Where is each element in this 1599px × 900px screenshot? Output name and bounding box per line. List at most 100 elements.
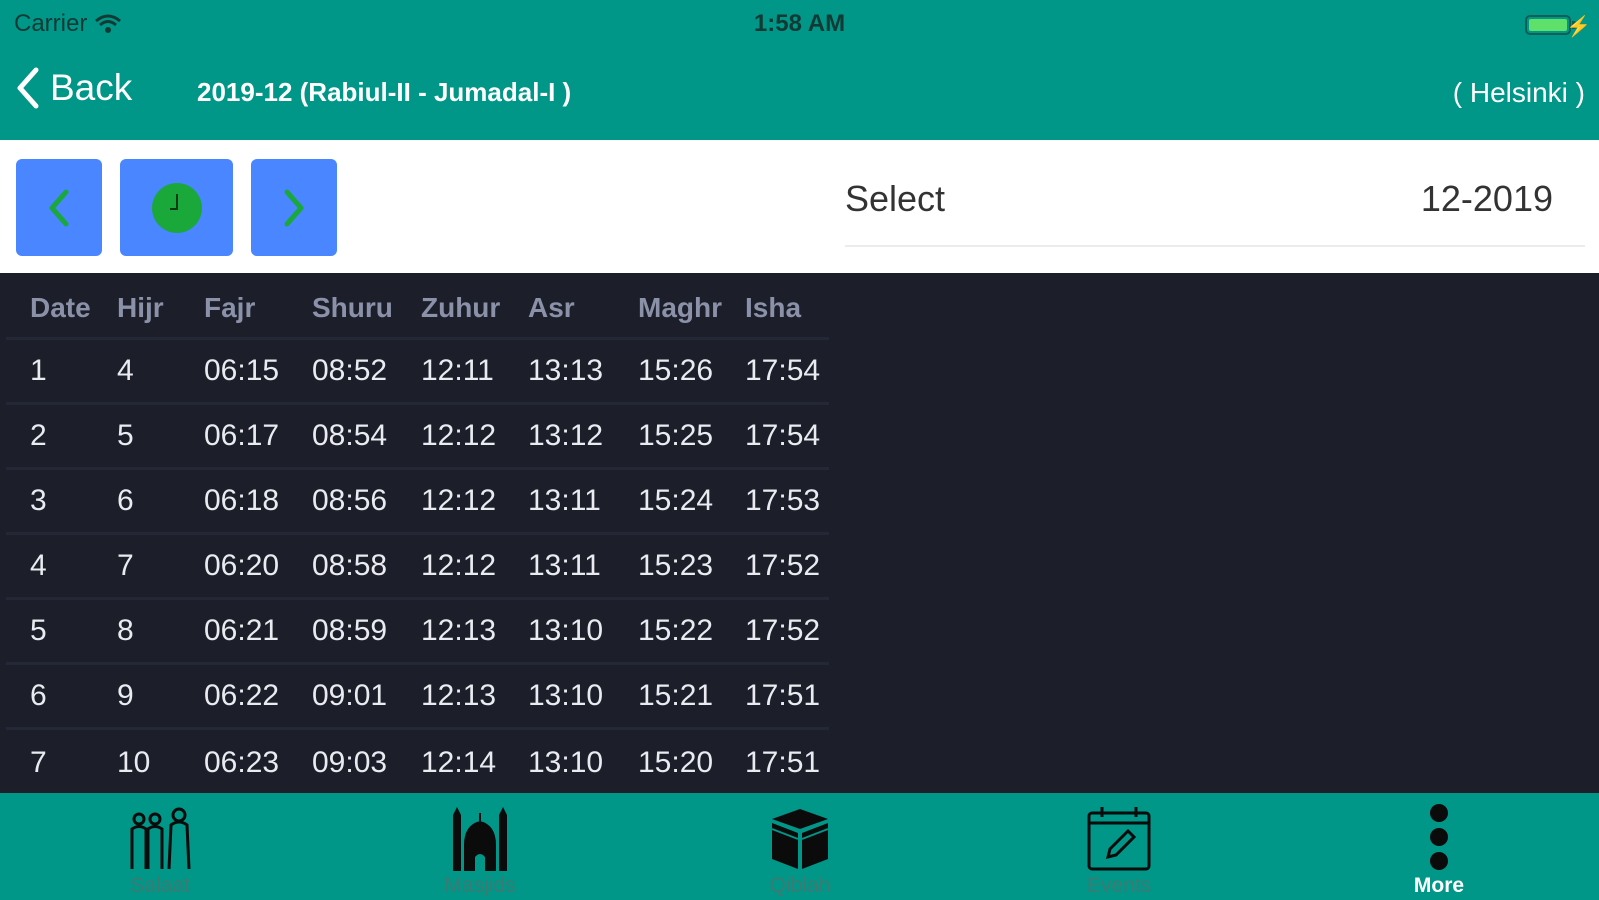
table-cell: 12:12 — [421, 419, 497, 452]
table-cell: 17:53 — [745, 484, 821, 517]
table-cell: 12:13 — [421, 679, 497, 712]
column-header-isha: Isha — [745, 291, 802, 323]
table-cell: 08:58 — [312, 549, 388, 582]
month-toolbar: Select 12-2019 — [0, 140, 1599, 273]
tab-bar: Salaat Masjids Qiblah Events More — [0, 793, 1599, 900]
table-cell: 6 — [30, 679, 47, 712]
select-label: Select — [845, 178, 946, 219]
tab-label: Events — [1086, 874, 1152, 897]
table-cell: 06:21 — [204, 614, 280, 647]
table-cell: 17:52 — [745, 614, 821, 647]
table-cell: 08:59 — [312, 614, 388, 647]
table-cell: 13:13 — [528, 354, 604, 387]
tab-label: Salaat — [130, 874, 190, 897]
table-cell: 06:23 — [204, 745, 280, 779]
divider — [845, 245, 1585, 247]
calendar-edit-icon — [1087, 807, 1151, 871]
table-row: 6 9 06:22 09:01 12:13 13:10 15:21 17:51 — [6, 665, 829, 730]
table-cell: 10 — [117, 745, 151, 779]
mosque-icon — [453, 807, 507, 871]
table-cell: 08:54 — [312, 419, 388, 452]
status-time: 1:58 AM — [753, 10, 846, 37]
table-cell: 5 — [30, 614, 47, 647]
table-cell: 12:12 — [421, 484, 497, 517]
chevron-left-icon — [49, 189, 69, 226]
table-cell: 17:54 — [745, 354, 821, 387]
column-header-maghrib: Maghr — [638, 291, 722, 323]
table-cell: 17:54 — [745, 419, 821, 452]
battery-icon — [1525, 15, 1571, 35]
table-row: 3 6 06:18 08:56 12:12 13:11 15:24 17:53 — [6, 470, 829, 535]
table-cell: 06:22 — [204, 679, 280, 712]
table-row: 5 8 06:21 08:59 12:13 13:10 15:22 17:52 — [6, 600, 829, 665]
table-cell: 12:11 — [421, 354, 494, 387]
table-cell: 15:22 — [638, 614, 714, 647]
tab-more[interactable]: More — [1339, 793, 1539, 900]
table-cell: 17:52 — [745, 549, 821, 582]
table-cell: 13:10 — [528, 745, 604, 779]
table-row: 1 4 06:15 08:52 12:11 13:13 15:26 17:54 — [6, 340, 829, 405]
table-cell: 13:12 — [528, 419, 604, 452]
table-cell: 3 — [30, 484, 47, 517]
table-cell: 15:21 — [638, 679, 714, 712]
chevron-left-icon — [17, 67, 39, 109]
column-header-date: Date — [30, 291, 91, 323]
table-cell: 15:25 — [638, 419, 714, 452]
tab-masjids[interactable]: Masjids — [380, 793, 580, 900]
table-cell: 06:18 — [204, 484, 280, 517]
city-label[interactable]: ( Helsinki ) — [1453, 77, 1585, 109]
table-cell: 09:01 — [312, 679, 388, 712]
table-cell: 15:23 — [638, 549, 714, 582]
table-cell: 12:14 — [421, 745, 497, 779]
column-header-shuruq: Shuru — [312, 291, 393, 323]
column-header-hijri: Hijr — [117, 291, 164, 323]
table-cell: 06:20 — [204, 549, 280, 582]
tab-label: Masjids — [444, 874, 516, 897]
tab-label: More — [1413, 874, 1465, 897]
table-row: 7 10 06:23 09:03 12:14 13:10 15:20 17:51 — [6, 730, 829, 795]
table-header-row: Date Hijr Fajr Shuru Zuhur Asr Maghr Ish… — [6, 278, 829, 340]
current-month-button[interactable] — [120, 159, 233, 256]
table-cell: 08:52 — [312, 354, 388, 387]
table-cell: 2 — [30, 419, 47, 452]
month-select-field[interactable]: 12-2019 — [1421, 178, 1553, 220]
table-cell: 09:03 — [312, 745, 388, 779]
clock-icon — [151, 182, 202, 233]
table-cell: 7 — [117, 549, 134, 582]
column-header-zuhur: Zuhur — [421, 291, 501, 323]
table-cell: 17:51 — [745, 745, 821, 779]
charging-icon: ⚡ — [1566, 16, 1591, 38]
table-cell: 08:56 — [312, 484, 388, 517]
column-header-fajr: Fajr — [204, 291, 256, 323]
tab-events[interactable]: Events — [1019, 793, 1219, 900]
table-cell: 06:15 — [204, 354, 280, 387]
table-row: 4 7 06:20 08:58 12:12 13:11 15:23 17:52 — [6, 535, 829, 600]
people-praying-icon — [130, 807, 191, 870]
table-cell: 15:20 — [638, 745, 714, 779]
table-cell: 13:11 — [528, 484, 601, 517]
more-dots-icon — [1430, 804, 1448, 870]
table-cell: 8 — [117, 614, 134, 647]
table-cell: 1 — [30, 354, 47, 387]
next-month-button[interactable] — [251, 159, 337, 256]
table-cell: 06:17 — [204, 419, 280, 452]
back-label: Back — [50, 67, 133, 108]
table-cell: 13:10 — [528, 679, 604, 712]
tab-label: Qiblah — [769, 874, 831, 897]
tab-qiblah[interactable]: Qiblah — [700, 793, 900, 900]
prayer-times-table: Date Hijr Fajr Shuru Zuhur Asr Maghr Ish… — [6, 278, 829, 795]
page-title: 2019-12 (Rabiul-II - Jumadal-I ) — [197, 77, 572, 107]
tab-salaat[interactable]: Salaat — [60, 793, 260, 900]
column-header-asr: Asr — [528, 291, 575, 323]
table-row: 2 5 06:17 08:54 12:12 13:12 15:25 17:54 — [6, 405, 829, 470]
table-cell: 17:51 — [745, 679, 821, 712]
table-cell: 5 — [117, 419, 134, 452]
chevron-right-icon — [284, 189, 304, 226]
top-bar: Carrier 1:58 AM ⚡ Back 2019-12 (Rabiul-I… — [0, 0, 1599, 140]
table-cell: 13:11 — [528, 549, 601, 582]
table-cell: 13:10 — [528, 614, 604, 647]
previous-month-button[interactable] — [16, 159, 102, 256]
back-button[interactable]: Back — [16, 67, 132, 109]
table-cell: 15:24 — [638, 484, 714, 517]
table-cell: 12:13 — [421, 614, 497, 647]
